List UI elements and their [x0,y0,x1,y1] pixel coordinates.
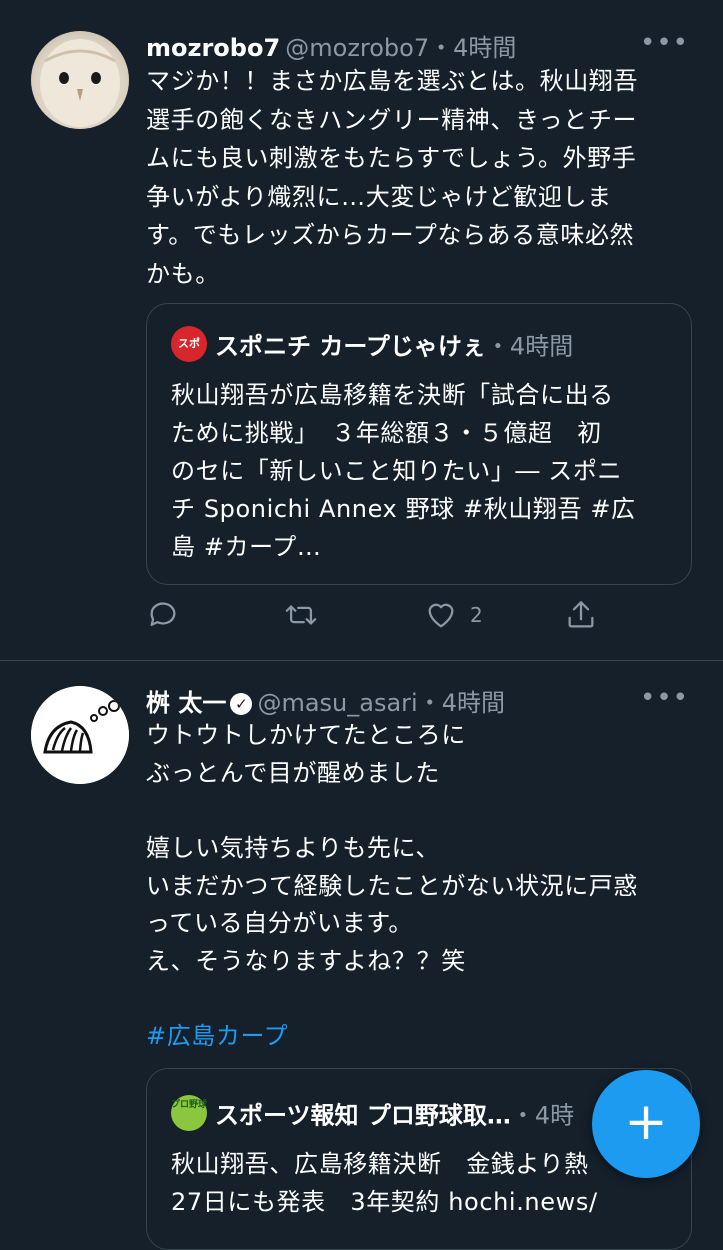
sponichi-logo-icon[interactable]: スポ [171,326,207,362]
tweet-mozrobo7[interactable]: mozrobo7 @mozrobo7・4時間 ••• マジか！！まさか広島を選ぶ… [0,0,723,661]
tweet-text-line [146,792,691,830]
quoted-text-line: 秋山翔吾が広島移籍を決断「試合に出る [171,381,614,409]
quoted-text-line: 秋山翔吾、広島移籍決断 金銭より熱 [171,1150,589,1178]
share-button[interactable] [564,598,598,632]
like-button[interactable]: 2 [424,598,483,632]
tweet-text-line: ウトウトしかけてたところに [146,721,466,749]
hashtag-link[interactable]: #広島カープ [146,1018,691,1056]
share-icon [568,601,594,628]
compose-button[interactable]: + [592,1070,700,1178]
tweet-text-line: いまだかつて経験したことがない状況に戸惑 [146,871,638,900]
tweet-text-line: ムにも良い刺激をもたらすでしょう。外野手 [146,144,637,172]
username[interactable]: @masu_asari [257,689,417,717]
tweet-text-line [146,980,691,1018]
quoted-text-line: ために挑戦」 ３年総額３・５億超 初 [171,419,602,447]
display-name[interactable]: 桝 太一 [146,689,226,717]
quoted-tweet[interactable]: スポ スポニチ カープじゃけぇ・4時間 秋山翔吾が広島移籍を決断「試合に出る ため… [146,303,692,585]
tweet-text-line: 嬉しい気持ちよりも先に、 [146,834,440,862]
quoted-tweet-text: 秋山翔吾、広島移籍決断 金銭より熱 27日にも発表 3年契約 hochi.new… [171,1145,671,1221]
quoted-tweet-header: スポ スポニチ カープじゃけぇ・4時間 [171,326,679,366]
quoted-text-line: のセに「新しいこと知りたい」― スポニ [171,457,623,485]
avatar[interactable] [31,686,129,784]
tweet-text: ウトウトしかけてたところに ぶっとんで目が醒めました 嬉しい気持ちよりも先に、 … [146,717,691,1056]
tweet-text-line: 選手の飽くなきハングリー精神、きっとチー [146,105,638,134]
quoted-tweet-text: 秋山翔吾が広島移籍を決断「試合に出る ために挑戦」 ３年総額３・５億超 初 のセ… [171,376,671,566]
quoted-timestamp: ・4時 [510,1101,575,1130]
tweet-text-line: え、そうなりますよね？？笑 [146,946,466,975]
timestamp[interactable]: ・4時間 [429,34,516,62]
quoted-display-name: スポニチ カープじゃけぇ [215,332,486,361]
quoted-display-name: スポーツ報知 プロ野球取… [215,1101,511,1130]
hochi-logo-icon[interactable]: プロ野球 [171,1095,207,1131]
compose-icon: + [624,1092,668,1152]
tweet-text: マジか！！まさか広島を選ぶとは。秋山翔吾 選手の飽くなきハングリー精神、きっとチ… [146,62,691,293]
retweet-icon [285,605,317,625]
retweet-button[interactable] [284,598,318,632]
quoted-text-line: 27日にも発表 3年契約 hochi.news/ [171,1188,598,1216]
clam-avatar-icon [31,686,129,784]
reply-button[interactable] [146,598,180,632]
more-icon[interactable]: ••• [640,28,689,58]
timestamp[interactable]: ・4時間 [418,689,505,717]
tweet-text-line: かも。 [146,259,220,288]
reply-icon [150,602,176,627]
heart-icon [428,603,454,628]
quoted-text-line: 島 #カープ… [171,533,322,561]
tweet-text-line: マジか！！まさか広島を選ぶとは。秋山翔吾 [146,67,638,95]
tweet-text-line: す。でもレッズからカープならある意味必然 [146,221,635,249]
tweet-text-line: 争いがより熾烈に…大変じゃけど歓迎しま [146,182,612,211]
quoted-timestamp: ・4時間 [485,332,574,361]
quoted-text-line: チ Sponichi Annex 野球 #秋山翔吾 #広 [171,495,636,523]
owl-avatar-icon [40,39,120,127]
display-name[interactable]: mozrobo7 [146,34,280,62]
tweet-text-line: ぶっとんで目が醒めました [146,758,440,787]
tweet-text-line: っている自分がいます。 [146,909,413,937]
verified-badge-icon: ✓ [230,693,253,715]
tweet-actions: 2 [146,598,626,642]
like-count: 2 [470,603,483,627]
username[interactable]: @mozrobo7 [285,34,429,62]
more-icon[interactable]: ••• [640,683,689,713]
avatar[interactable] [31,31,129,129]
